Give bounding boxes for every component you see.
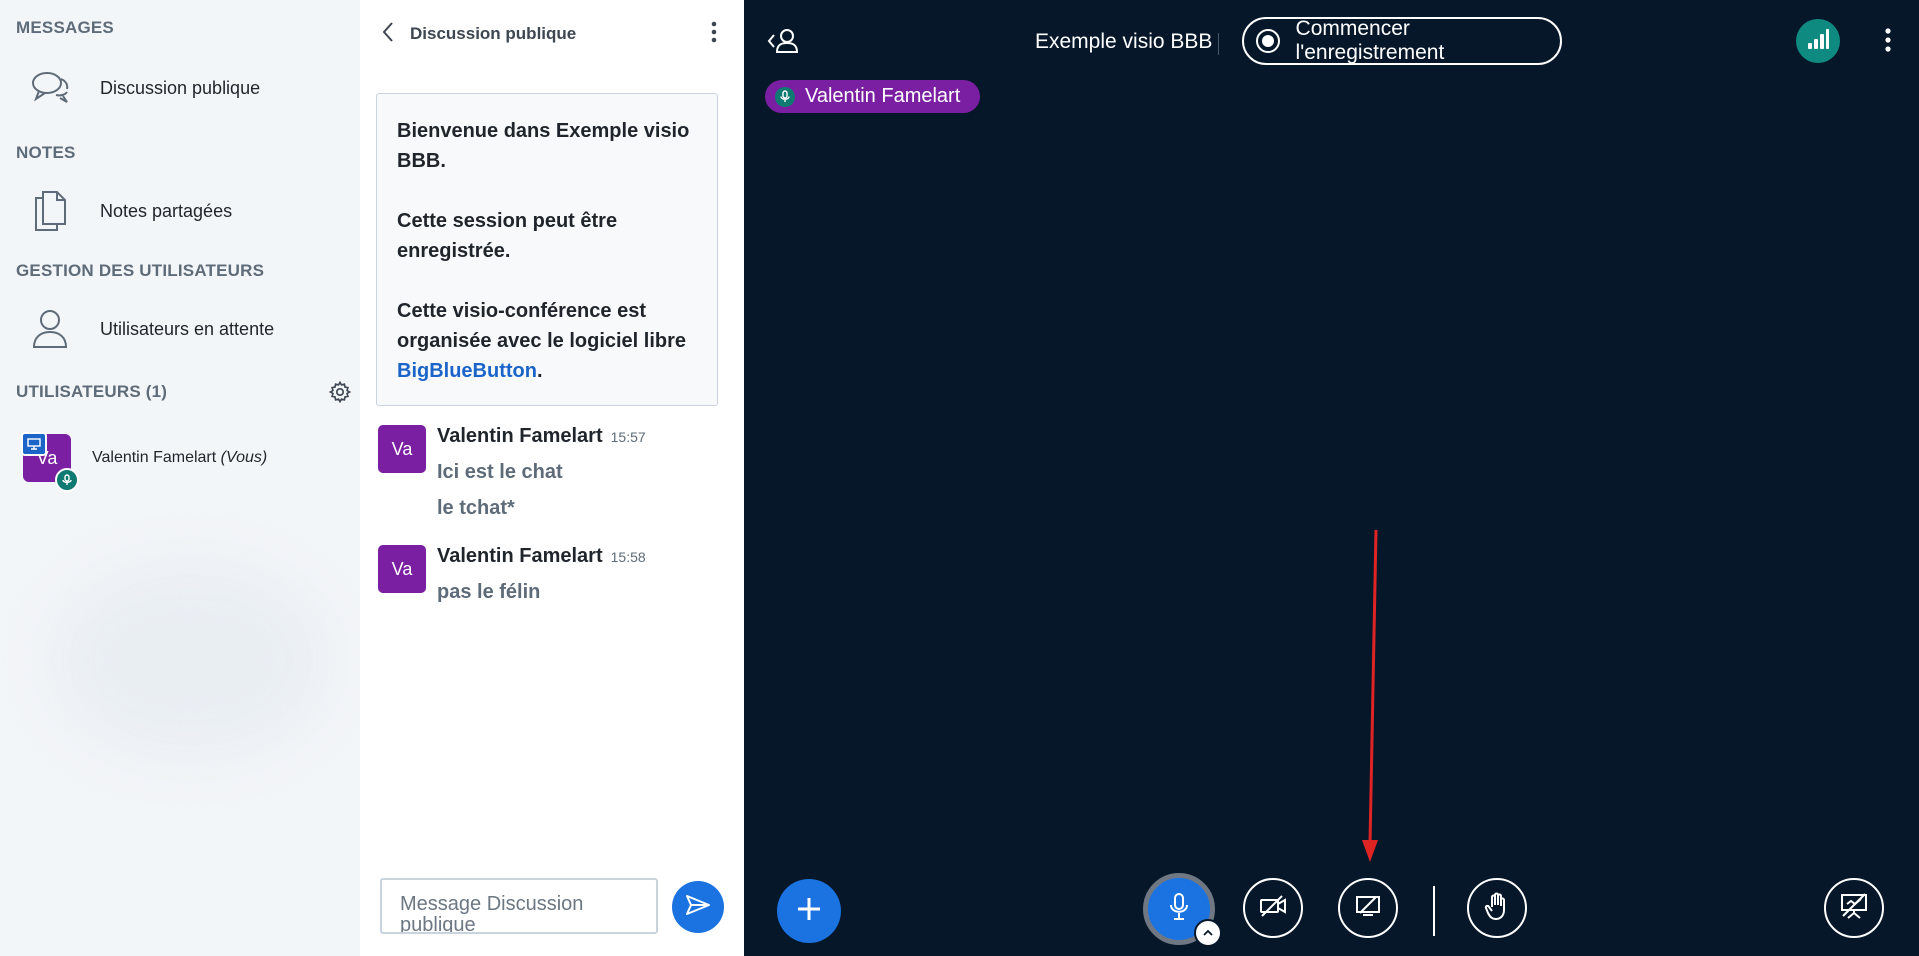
sidebar-item-waiting-users[interactable]: Utilisateurs en attente (16, 301, 344, 357)
microphone-icon (1168, 892, 1190, 927)
user-icon (24, 303, 76, 355)
screenshare-off-icon (1354, 893, 1382, 924)
message-text: Ici est le chat (437, 461, 563, 483)
document-copy-icon (24, 185, 76, 237)
kebab-menu-icon (1885, 27, 1891, 57)
message-author: Valentin Famelart (437, 545, 603, 567)
avatar: Va (21, 432, 79, 492)
bigbluebutton-link[interactable]: BigBlueButton (397, 360, 537, 382)
talking-indicator[interactable]: Valentin Famelart (765, 80, 981, 113)
welcome-line: Cette session peut être enregistrée. (397, 210, 618, 262)
welcome-message: Bienvenue dans Exemple visio BBB. Cette … (376, 93, 718, 406)
restore-presentation-button[interactable] (1824, 878, 1884, 938)
sidebar-item-public-chat[interactable]: Discussion publique (16, 60, 344, 116)
chat-bubbles-icon (24, 62, 76, 114)
chevron-left-icon (381, 21, 395, 48)
share-camera-button[interactable] (1243, 878, 1303, 938)
chat-panel: Discussion publique Bienvenue dans Exemp… (360, 0, 744, 956)
message-time: 15:57 (610, 429, 646, 445)
user-name: Valentin Famelart (92, 449, 217, 466)
toggle-user-list-button[interactable] (764, 26, 804, 60)
user-list-toggle-icon (767, 28, 801, 59)
blurred-background-decoration (50, 560, 330, 760)
message-author-row: Valentin Famelart 15:57 (437, 425, 646, 448)
title-divider (1218, 33, 1219, 55)
chat-back-button[interactable] (376, 21, 400, 48)
user-name-container: Valentin Famelart (Vous) (92, 449, 267, 467)
raise-hand-button[interactable] (1467, 878, 1527, 938)
sidebar-item-shared-notes[interactable]: Notes partagées (16, 183, 344, 239)
user-management-section-title: GESTION DES UTILISATEURS (16, 261, 265, 280)
record-button-label: Commencer l'enregistrement (1295, 17, 1445, 64)
chat-message-input[interactable]: Message Discussion publique (380, 878, 658, 934)
welcome-text: . (536, 360, 543, 382)
avatar: Va (378, 545, 426, 593)
notes-section-title: NOTES (16, 143, 76, 162)
annotation-arrow (1362, 529, 1378, 862)
record-icon (1254, 27, 1282, 55)
welcome-line-with-link: Cette visio-conférence est organisée ave… (397, 296, 697, 386)
chat-title: Discussion publique (410, 24, 577, 43)
presentation-off-icon (1839, 892, 1869, 925)
message-author-row: Valentin Famelart 15:58 (437, 545, 646, 568)
user-list-panel: MESSAGES Discussion publique NOTES Notes… (0, 0, 360, 956)
message-text: le tchat* (437, 497, 515, 519)
chevron-up-icon (1202, 924, 1214, 942)
message-author: Valentin Famelart (437, 425, 603, 447)
welcome-line: Bienvenue dans Exemple visio BBB. (397, 120, 690, 172)
avatar: Va (378, 425, 426, 473)
start-recording-button[interactable]: Commencer l'enregistrement (1242, 17, 1562, 65)
user-settings-button[interactable] (326, 380, 354, 408)
users-section-title: UTILISATEURS (1) (16, 382, 168, 401)
send-message-button[interactable] (672, 881, 724, 933)
plus-icon (795, 895, 823, 928)
camera-off-icon (1258, 894, 1288, 923)
meeting-title: Exemple visio BBB (1035, 30, 1213, 53)
talking-user-name: Valentin Famelart (805, 85, 961, 107)
you-label: (Vous) (220, 449, 268, 466)
chat-options-button[interactable] (702, 21, 726, 48)
main-presentation-area: Exemple visio BBB Commencer l'enregistre… (744, 0, 1919, 956)
microphone-icon (775, 86, 795, 107)
microphone-icon (55, 468, 79, 492)
send-icon (685, 894, 711, 921)
action-bar-divider (1433, 886, 1435, 936)
message-text: pas le félin (437, 581, 541, 603)
user-list-item[interactable]: Va Valentin Famelart (Vous) (16, 428, 336, 492)
connection-status-button[interactable] (1796, 19, 1840, 63)
hand-icon (1484, 891, 1510, 926)
gear-icon (328, 380, 352, 408)
signal-bars-icon (1806, 27, 1830, 56)
actions-button[interactable] (777, 879, 841, 943)
sidebar-item-label: Discussion publique (100, 77, 261, 98)
audio-options-button[interactable] (1194, 919, 1222, 947)
kebab-menu-icon (711, 21, 717, 48)
messages-section-title: MESSAGES (16, 18, 114, 37)
presenter-icon (21, 432, 47, 456)
share-screen-button[interactable] (1338, 878, 1398, 938)
options-menu-button[interactable] (1874, 26, 1902, 58)
message-time: 15:58 (610, 549, 646, 565)
sidebar-item-label: Notes partagées (100, 200, 233, 221)
welcome-text: Cette visio-conférence est organisée ave… (397, 300, 687, 352)
chat-header: Discussion publique (376, 16, 728, 52)
sidebar-item-label: Utilisateurs en attente (100, 318, 275, 339)
